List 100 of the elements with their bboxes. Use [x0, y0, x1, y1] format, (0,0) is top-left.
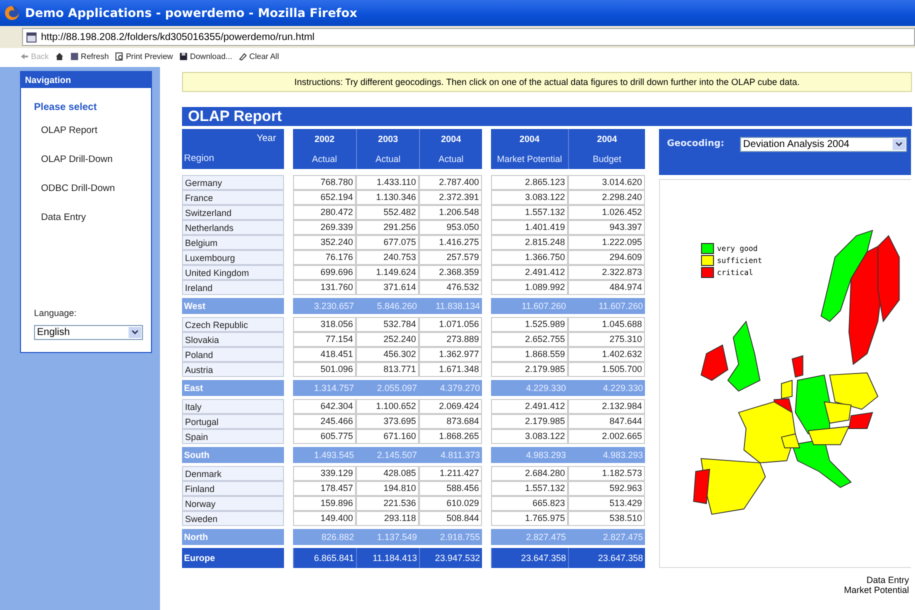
table-cell[interactable]: 275.310 — [568, 332, 645, 347]
table-cell[interactable]: 1.100.652 — [356, 399, 419, 414]
table-cell[interactable]: 1.222.095 — [568, 235, 645, 250]
table-cell[interactable]: 642.304 — [293, 399, 356, 414]
table-cell[interactable]: 252.240 — [356, 332, 419, 347]
table-cell[interactable]: 240.753 — [356, 250, 419, 265]
table-cell[interactable]: 2.865.123 — [491, 175, 568, 190]
table-cell[interactable]: 3.083.122 — [491, 190, 568, 205]
table-cell[interactable]: 652.194 — [293, 190, 356, 205]
table-cell[interactable]: 194.810 — [356, 481, 419, 496]
table-cell[interactable]: 76.176 — [293, 250, 356, 265]
table-cell[interactable]: 418.451 — [293, 347, 356, 362]
table-cell[interactable]: 2.787.400 — [419, 175, 482, 190]
table-cell[interactable]: 943.397 — [568, 220, 645, 235]
table-cell[interactable]: 1.401.419 — [491, 220, 568, 235]
table-cell[interactable]: 610.029 — [419, 496, 482, 511]
address-field[interactable]: http://88.198.208.2/folders/kd305016355/powerdemo/run.html — [22, 28, 915, 46]
table-cell[interactable]: 1.557.132 — [491, 205, 568, 220]
table-cell[interactable]: 1.182.573 — [568, 466, 645, 481]
table-cell[interactable]: 1.366.750 — [491, 250, 568, 265]
table-cell[interactable]: 257.579 — [419, 250, 482, 265]
table-cell[interactable]: 1.525.989 — [491, 317, 568, 332]
table-cell[interactable]: 2.179.985 — [491, 414, 568, 429]
table-cell[interactable]: 1.211.427 — [419, 466, 482, 481]
toolbar-button[interactable]: Clear All — [238, 52, 279, 60]
table-cell[interactable]: 2.132.984 — [568, 399, 645, 414]
toolbar-button[interactable]: Download... — [178, 52, 232, 60]
table-cell[interactable]: 294.609 — [568, 250, 645, 265]
table-cell[interactable]: 1.130.346 — [356, 190, 419, 205]
table-cell[interactable]: 552.482 — [356, 205, 419, 220]
table-cell[interactable]: 2.815.248 — [491, 235, 568, 250]
table-cell[interactable]: 1.026.452 — [568, 205, 645, 220]
table-cell[interactable]: 293.118 — [356, 511, 419, 526]
table-cell[interactable]: 373.695 — [356, 414, 419, 429]
table-cell[interactable]: 2.002.665 — [568, 429, 645, 444]
table-cell[interactable]: 699.696 — [293, 265, 356, 280]
table-cell[interactable]: 1.362.977 — [419, 347, 482, 362]
table-cell[interactable]: 1.765.975 — [491, 511, 568, 526]
table-cell[interactable]: 428.085 — [356, 466, 419, 481]
table-cell[interactable]: 280.472 — [293, 205, 356, 220]
table-cell[interactable]: 2.298.240 — [568, 190, 645, 205]
table-cell[interactable]: 2.179.985 — [491, 362, 568, 377]
nav-link[interactable]: ODBC Drill-Down — [21, 183, 151, 212]
table-cell[interactable]: 131.760 — [293, 280, 356, 295]
toolbar-button[interactable]: Print Preview — [114, 52, 173, 60]
table-cell[interactable]: 2.684.280 — [491, 466, 568, 481]
nav-link[interactable]: Data Entry — [21, 212, 151, 241]
table-cell[interactable]: 2.368.359 — [419, 265, 482, 280]
table-cell[interactable]: 159.896 — [293, 496, 356, 511]
nav-link[interactable]: OLAP Drill-Down — [21, 154, 151, 183]
table-cell[interactable]: 291.256 — [356, 220, 419, 235]
europe-map-drawing[interactable] — [693, 230, 900, 515]
table-cell[interactable]: 665.823 — [491, 496, 568, 511]
table-cell[interactable]: 532.784 — [356, 317, 419, 332]
table-cell[interactable]: 77.154 — [293, 332, 356, 347]
table-cell[interactable]: 2.491.412 — [491, 265, 568, 280]
table-cell[interactable]: 339.129 — [293, 466, 356, 481]
table-cell[interactable]: 671.160 — [356, 429, 419, 444]
table-cell[interactable]: 501.096 — [293, 362, 356, 377]
table-cell[interactable]: 476.532 — [419, 280, 482, 295]
table-cell[interactable]: 269.339 — [293, 220, 356, 235]
table-cell[interactable]: 1.868.265 — [419, 429, 482, 444]
table-cell[interactable]: 2.069.424 — [419, 399, 482, 414]
table-cell[interactable]: 149.400 — [293, 511, 356, 526]
table-cell[interactable]: 873.684 — [419, 414, 482, 429]
table-cell[interactable]: 3.014.620 — [568, 175, 645, 190]
table-cell[interactable]: 1.206.548 — [419, 205, 482, 220]
table-cell[interactable]: 513.429 — [568, 496, 645, 511]
table-cell[interactable]: 592.963 — [568, 481, 645, 496]
table-cell[interactable]: 2.322.873 — [568, 265, 645, 280]
table-cell[interactable]: 178.457 — [293, 481, 356, 496]
language-select[interactable]: English — [34, 325, 143, 340]
table-cell[interactable]: 3.083.122 — [491, 429, 568, 444]
table-cell[interactable]: 847.644 — [568, 414, 645, 429]
table-cell[interactable]: 768.780 — [293, 175, 356, 190]
table-cell[interactable]: 538.510 — [568, 511, 645, 526]
table-cell[interactable]: 2.491.412 — [491, 399, 568, 414]
table-cell[interactable]: 1.868.559 — [491, 347, 568, 362]
table-cell[interactable]: 221.536 — [356, 496, 419, 511]
table-cell[interactable]: 1.671.348 — [419, 362, 482, 377]
table-cell[interactable]: 677.075 — [356, 235, 419, 250]
table-cell[interactable]: 508.844 — [419, 511, 482, 526]
table-cell[interactable]: 484.974 — [568, 280, 645, 295]
table-cell[interactable]: 352.240 — [293, 235, 356, 250]
table-cell[interactable]: 1.416.275 — [419, 235, 482, 250]
nav-link[interactable]: OLAP Report — [21, 125, 151, 154]
table-cell[interactable]: 456.302 — [356, 347, 419, 362]
table-cell[interactable]: 2.652.755 — [491, 332, 568, 347]
table-cell[interactable]: 605.775 — [293, 429, 356, 444]
table-cell[interactable]: 2.372.391 — [419, 190, 482, 205]
table-cell[interactable]: 371.614 — [356, 280, 419, 295]
table-cell[interactable]: 813.771 — [356, 362, 419, 377]
table-cell[interactable]: 1.557.132 — [491, 481, 568, 496]
table-cell[interactable]: 245.466 — [293, 414, 356, 429]
table-cell[interactable]: 588.456 — [419, 481, 482, 496]
table-cell[interactable]: 1.089.992 — [491, 280, 568, 295]
table-cell[interactable]: 1.045.688 — [568, 317, 645, 332]
geocoding-select[interactable]: Deviation Analysis 2004 — [740, 137, 907, 152]
table-cell[interactable]: 1.402.632 — [568, 347, 645, 362]
toolbar-button[interactable]: Refresh — [70, 52, 109, 60]
